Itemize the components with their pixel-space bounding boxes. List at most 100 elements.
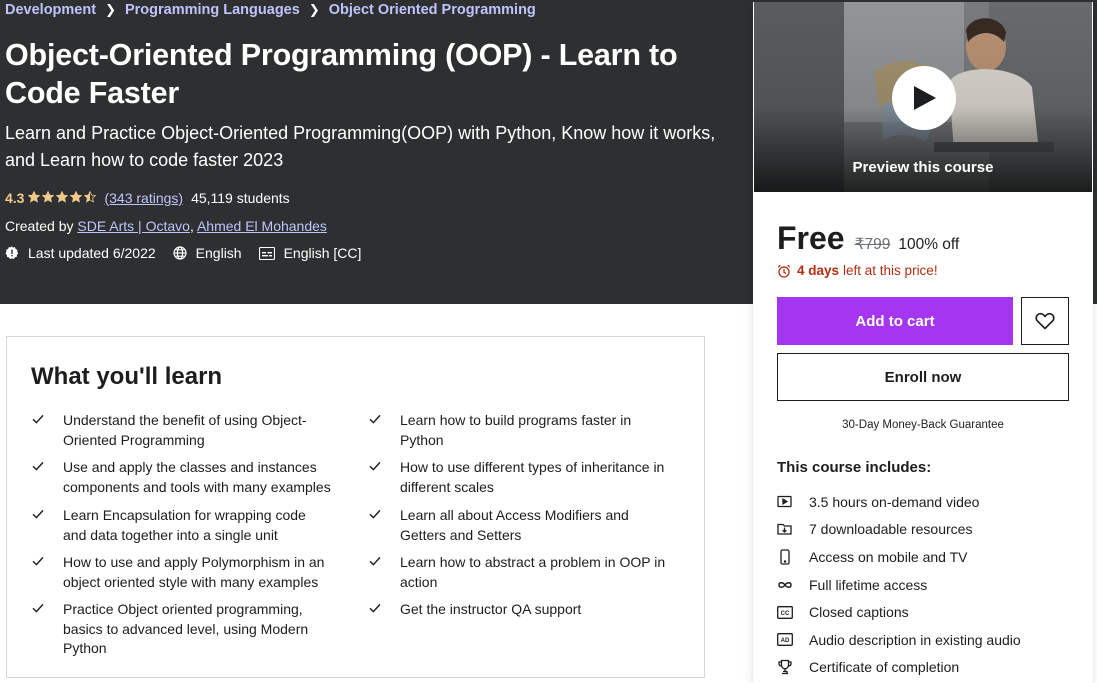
course-preview[interactable]: Preview this course [754,2,1092,192]
ratings-count-link[interactable]: (343 ratings) [104,190,183,206]
timer-text: left at this price! [843,263,938,278]
play-icon [914,86,936,110]
heart-icon [1035,312,1055,330]
includes-item-label: Closed captions [809,604,909,621]
course-meta-row: Last updated 6/2022 English English [CC] [5,245,378,261]
learn-item-text: How to use and apply Polymorphism in an … [63,554,325,590]
check-icon [368,600,400,621]
enroll-now-button[interactable]: Enroll now [777,353,1069,401]
last-updated: Last updated 6/2022 [5,245,156,261]
add-to-cart-button[interactable]: Add to cart [777,297,1013,345]
learn-item: Learn Encapsulation for wrapping code an… [31,506,331,553]
alarm-clock-icon [777,264,791,278]
current-price: Free [777,220,845,256]
includes-item: Full lifetime access [777,571,1077,599]
learn-item: How to use different types of inheritanc… [368,458,668,506]
svg-text:AD: AD [781,638,790,644]
check-icon [368,553,400,600]
chevron-right-icon: ❯ [308,2,320,17]
learn-item-text: Use and apply the classes and instances … [63,459,331,495]
trophy-icon [777,659,809,675]
learn-item: Understand the benefit of using Object-O… [31,411,331,458]
captions-text: English [CC] [283,245,362,261]
includes-item-label: Audio description in existing audio [809,631,1021,648]
last-updated-text: Last updated 6/2022 [28,245,156,261]
includes-item: Access on mobile and TV [777,543,1077,571]
closed-captions-icon [258,246,275,260]
language: English [173,245,242,261]
includes-item: Certificate of completion [777,654,1077,682]
discount-timer: 4 days left at this price! [777,263,938,278]
chevron-right-icon: ❯ [105,2,116,17]
learn-item: Learn how to abstract a problem in OOP i… [368,553,668,600]
includes-item-label: Full lifetime access [809,576,928,593]
alert-badge-icon [5,246,19,260]
svg-text:CC: CC [781,611,790,617]
check-icon [368,411,400,458]
audio-description-icon: AD [777,633,809,647]
learn-item: Learn how to build programs faster in Py… [368,411,668,458]
learn-list-left: Understand the benefit of using Object-O… [31,411,331,659]
language-text: English [195,245,242,261]
rating-value: 4.3 [5,190,25,206]
students-count: 45,119 students [191,190,290,206]
learn-item-text: Understand the benefit of using Object-O… [63,412,307,448]
learn-item: Use and apply the classes and instances … [31,458,331,506]
discount-percent: 100% off [898,236,960,253]
includes-item: 3.5 hours on-demand video [777,488,1077,516]
breadcrumb-development[interactable]: Development [5,2,96,18]
course-title: Object-Oriented Programming (OOP) - Lear… [5,38,678,110]
learn-list-right: Learn how to build programs faster in Py… [368,411,668,621]
learn-item-text: Learn Encapsulation for wrapping code an… [63,507,306,543]
captions: English [CC] [258,245,362,261]
learn-item-text: Practice Object oriented programming, ba… [63,601,309,656]
breadcrumb-programming-languages[interactable]: Programming Languages [125,2,300,18]
check-icon [31,411,63,458]
created-by-row: Created by SDE Arts | Octavo, Ahmed El M… [5,218,327,234]
globe-icon [173,246,187,260]
includes-item: CC Closed captions [777,598,1077,626]
infinity-icon [777,580,809,590]
check-icon [31,458,63,506]
purchase-sidebar: Preview this course Free ₹799 100% off 4… [753,2,1093,683]
includes-list: 3.5 hours on-demand video 7 downloadable… [777,488,1077,681]
learn-item: Get the instructor QA support [368,600,668,621]
money-back-guarantee: 30-Day Money-Back Guarantee [842,419,1004,431]
star-rating-icon [28,190,98,206]
wishlist-button[interactable] [1021,297,1069,345]
author-link-sde-arts[interactable]: SDE Arts | Octavo [77,218,190,234]
author-link-ahmed-el-mohandes[interactable]: Ahmed El Mohandes [197,218,327,234]
breadcrumb-object-oriented-programming[interactable]: Object Oriented Programming [329,2,536,18]
what-youll-learn-box: What you'll learn Understand the benefit… [6,336,705,678]
includes-item-label: 3.5 hours on-demand video [809,493,980,510]
preview-label[interactable]: Preview this course [754,159,1092,176]
learn-item-text: How to use different types of inheritanc… [400,459,665,495]
learn-item-text: Learn all about Access Modifiers and Get… [400,507,629,543]
includes-item-label: 7 downloadable resources [809,521,973,538]
author-separator: , [189,218,197,234]
created-by-label: Created by [5,218,74,234]
learn-item-text: Learn how to build programs faster in Py… [400,412,632,448]
mobile-icon [777,549,809,565]
check-icon [368,506,400,553]
check-icon [368,458,400,506]
includes-item-label: Access on mobile and TV [809,548,968,565]
includes-title: This course includes: [777,459,932,476]
learn-item-text: Get the instructor QA support [400,601,582,617]
check-icon [31,600,63,659]
original-price: ₹799 [854,236,891,253]
timer-days: 4 days [797,263,840,278]
includes-item: AD Audio description in existing audio [777,626,1077,654]
course-subtitle: Learn and Practice Object-Oriented Progr… [5,123,716,170]
what-youll-learn-title: What you'll learn [31,363,223,390]
breadcrumb: Development ❯ Programming Languages ❯ Ob… [5,2,536,18]
includes-item-label: Certificate of completion [809,659,960,676]
learn-item: How to use and apply Polymorphism in an … [31,553,331,600]
download-icon [777,522,809,536]
price-row: Free ₹799 100% off [777,220,959,257]
rating-row: 4.3 (343 ratings) 45,119 students [5,190,290,206]
check-icon [31,553,63,600]
learn-item: Learn all about Access Modifiers and Get… [368,506,668,553]
video-icon [777,495,809,509]
learn-item: Practice Object oriented programming, ba… [31,600,331,659]
